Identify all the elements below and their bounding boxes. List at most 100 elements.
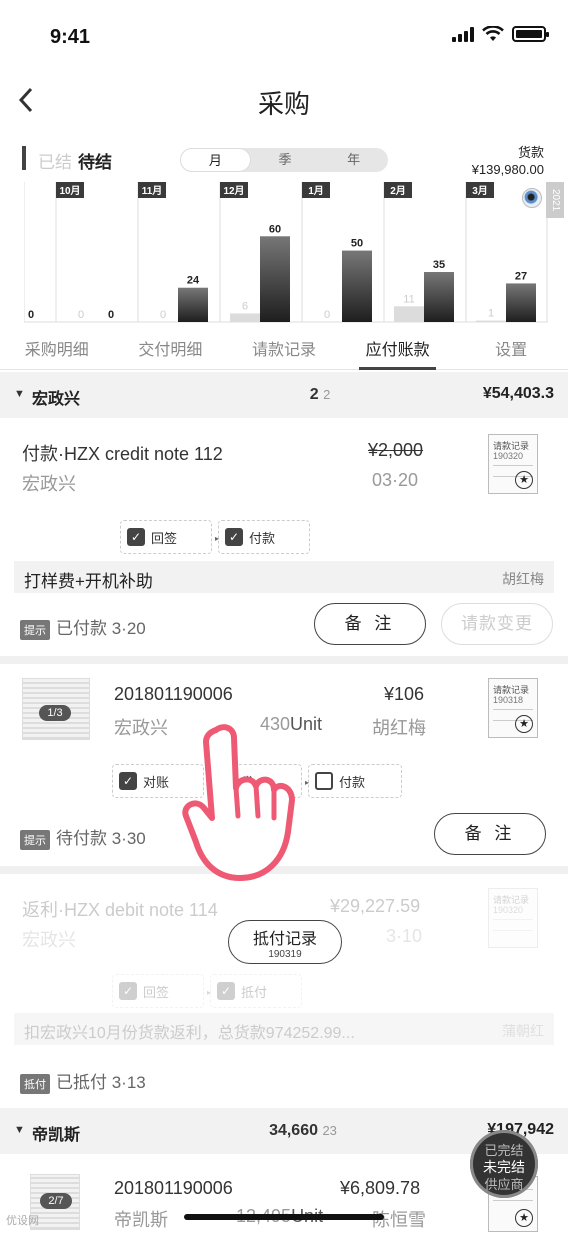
item-title: 返利·HZX debit note 114 bbox=[22, 900, 218, 920]
tab-delivery-detail[interactable]: 交付明细 bbox=[114, 334, 228, 369]
period-segmented-control: 月 季 年 bbox=[180, 148, 388, 172]
item-title: 付款·HZX credit note 112 bbox=[22, 444, 223, 464]
check-countersign[interactable]: ✓ 回签 ▸ bbox=[120, 520, 219, 554]
change-request-button[interactable]: 请款变更 bbox=[441, 603, 553, 645]
wifi-icon bbox=[482, 26, 504, 41]
battery-icon bbox=[512, 26, 549, 42]
bar-value-label: 0 bbox=[78, 309, 84, 321]
tab-payment-request[interactable]: 请款记录 bbox=[227, 334, 341, 369]
remark-strip: 扣宏政兴10月份货款返利，总货款974252.99... 蒲朝红 bbox=[14, 1013, 554, 1045]
note-button[interactable]: 备 注 bbox=[314, 603, 426, 645]
tab-bar: 采购明细 交付明细 请款记录 应付账款 设置 bbox=[0, 334, 568, 370]
remark-strip: 打样费+开机补助 胡红梅 bbox=[14, 561, 554, 593]
bar-value-label: 11 bbox=[403, 293, 414, 305]
bar-value-label: 1 bbox=[488, 308, 494, 320]
bar-settled bbox=[394, 306, 424, 322]
eye-icon[interactable] bbox=[522, 188, 542, 208]
offset-record-button[interactable]: 抵付记录 190319 bbox=[228, 920, 342, 964]
tab-accounts-payable[interactable]: 应付账款 bbox=[341, 334, 455, 370]
group-header[interactable]: ▼ 宏政兴 2 2 ¥54,403.3 bbox=[0, 372, 568, 418]
page-badge: 1/3 bbox=[39, 705, 71, 721]
monthly-bar-chart[interactable]: 0 10月 0 0 11月 0 24 12月 6 60 1月 0 50 2月 11 35 3月 1 27 bbox=[24, 182, 548, 324]
filter-done[interactable]: 已结 bbox=[38, 148, 72, 173]
year-tag[interactable]: 2021 bbox=[546, 182, 564, 218]
watermark: 优设网 bbox=[6, 1215, 39, 1227]
bar-value-label: 0 bbox=[160, 309, 166, 321]
star-icon: ★ bbox=[515, 715, 533, 733]
bar-pending bbox=[424, 272, 454, 322]
doc-number: 190318 bbox=[493, 695, 524, 705]
segment-quarter[interactable]: 季 bbox=[251, 148, 320, 172]
completion-toggle-button[interactable]: 已完结 未完结 供应商 bbox=[470, 1130, 538, 1198]
item-status: 提示 待付款 3·30 bbox=[20, 824, 146, 850]
checkbox-checked-icon: ✓ bbox=[127, 528, 145, 546]
item-date: 03·20 bbox=[372, 470, 419, 490]
toggle-main-label: 未完结 bbox=[483, 1159, 525, 1175]
note-button[interactable]: 备 注 bbox=[434, 813, 546, 855]
item-company: 帝凯斯 bbox=[114, 1210, 168, 1230]
bar-value-label: 27 bbox=[515, 270, 527, 282]
filter-pending[interactable]: 待结 bbox=[78, 148, 112, 173]
month-label: 11月 bbox=[142, 185, 163, 197]
month-label: 2月 bbox=[390, 185, 406, 197]
bar-pending bbox=[178, 287, 208, 322]
item-amount: ¥2,000 bbox=[368, 440, 424, 460]
doc-number: 190320 bbox=[493, 905, 524, 915]
doc-thumbnail[interactable]: 请款记录 190320 bbox=[488, 888, 538, 948]
order-thumbnail[interactable]: 1/3 bbox=[22, 678, 90, 740]
checkbox-checked-icon: ✓ bbox=[119, 772, 137, 790]
goods-label: 货款 bbox=[517, 145, 544, 160]
tab-purchase-detail[interactable]: 采购明细 bbox=[0, 334, 114, 369]
goods-total: 货款 ¥139,980.00 bbox=[472, 144, 544, 178]
status-tag: 抵付 bbox=[20, 1073, 50, 1094]
bar-settled bbox=[230, 313, 260, 322]
item-status: 抵付 已抵付 3·13 bbox=[20, 1068, 146, 1094]
offset-record-label: 抵付记录 bbox=[252, 931, 317, 948]
toggle-top-label: 已完结 bbox=[484, 1143, 524, 1158]
star-icon: ★ bbox=[515, 471, 533, 489]
divider bbox=[0, 656, 568, 664]
segment-month[interactable]: 月 bbox=[180, 148, 251, 172]
remark-text: 扣宏政兴10月份货款返利，总货款974252.99... bbox=[24, 1025, 355, 1042]
bar-value-label: 0 bbox=[28, 309, 34, 321]
item-person: 胡红梅 bbox=[372, 718, 426, 738]
check-payment[interactable]: 付款 bbox=[308, 764, 402, 798]
check-offset[interactable]: ✓ 抵付 bbox=[210, 974, 302, 1008]
offset-record-number: 190319 bbox=[268, 949, 302, 960]
check-countersign[interactable]: ✓ 回签 ▸ bbox=[112, 974, 211, 1008]
bar-value-label: 0 bbox=[108, 309, 114, 321]
pointing-hand-icon bbox=[182, 724, 295, 881]
item-status: 提示 已付款 3·20 bbox=[20, 614, 146, 640]
remark-person: 蒲朝红 bbox=[502, 1023, 544, 1039]
signal-icon bbox=[452, 26, 474, 42]
month-label: 1月 bbox=[308, 185, 324, 197]
home-indicator[interactable] bbox=[184, 1214, 384, 1220]
status-tag: 提示 bbox=[20, 619, 50, 640]
check-payment[interactable]: ✓ 付款 bbox=[218, 520, 310, 554]
remark-text: 打样费+开机补助 bbox=[24, 572, 153, 591]
group-amount: ¥54,403.3 bbox=[482, 385, 554, 402]
segment-year[interactable]: 年 bbox=[319, 148, 388, 172]
page-badge: 2/7 bbox=[40, 1193, 72, 1209]
doc-number: 190320 bbox=[493, 451, 524, 461]
order-number: 201801190006 bbox=[114, 1178, 233, 1198]
item-company: 宏政兴 bbox=[22, 930, 76, 950]
bar-value-label: 6 bbox=[242, 300, 248, 312]
summary-row: 已结 待结 月 季 年 货款 ¥139,980.00 bbox=[0, 140, 568, 180]
bar-pending bbox=[506, 283, 536, 322]
doc-thumbnail[interactable]: 请款记录 190320 ★ bbox=[488, 434, 538, 494]
bar-settled bbox=[476, 320, 506, 322]
doc-thumbnail[interactable]: 请款记录 190318 ★ bbox=[488, 678, 538, 738]
goods-amount: ¥139,980.00 bbox=[471, 162, 544, 177]
item-company: 宏政兴 bbox=[114, 718, 168, 738]
chart-svg: 0 10月 0 0 11月 0 24 12月 6 60 1月 0 50 2月 11 35 3月 1 27 bbox=[24, 182, 548, 323]
star-icon: ★ bbox=[515, 1209, 533, 1227]
tab-settings[interactable]: 设置 bbox=[454, 334, 568, 369]
status-bar: 9:41 bbox=[0, 0, 568, 70]
item-company: 宏政兴 bbox=[22, 474, 76, 494]
status-icons bbox=[452, 26, 549, 42]
checkbox-checked-icon: ✓ bbox=[225, 528, 243, 546]
bar-pending bbox=[342, 250, 372, 322]
item-amount: ¥106 bbox=[384, 684, 425, 704]
bar-value-label: 0 bbox=[324, 309, 330, 321]
